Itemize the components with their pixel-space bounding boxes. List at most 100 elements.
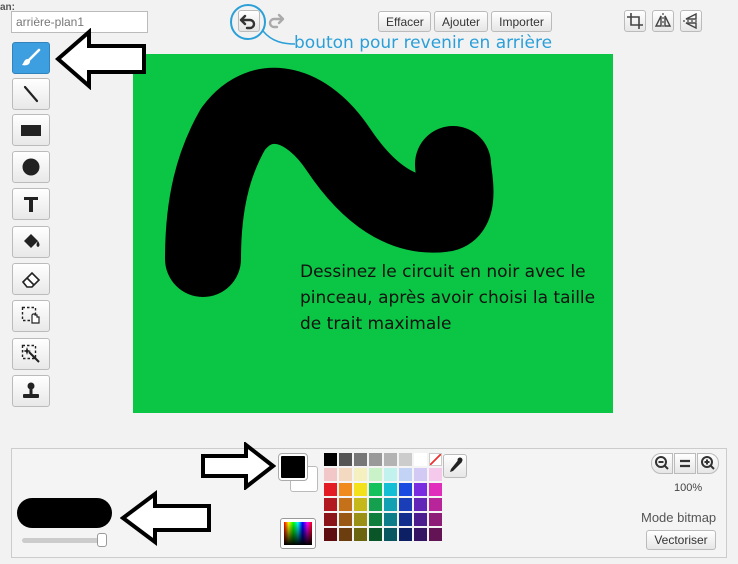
color-swatch[interactable]	[414, 528, 427, 541]
color-swatch[interactable]	[399, 528, 412, 541]
flip-horizontal-icon	[654, 13, 672, 29]
color-swatch[interactable]	[324, 528, 337, 541]
black-circuit-stroke	[165, 67, 494, 297]
arrow-pointing-brush-size	[120, 490, 211, 546]
flip-vertical-button[interactable]	[680, 10, 702, 32]
color-swatch[interactable]	[414, 498, 427, 511]
no-color-swatch[interactable]	[429, 453, 442, 466]
fill-bucket-icon	[24, 234, 40, 248]
ellipse-tool[interactable]	[12, 151, 50, 183]
text-icon	[24, 197, 38, 212]
clear-button[interactable]: Effacer	[378, 11, 431, 32]
color-swatch[interactable]	[354, 453, 367, 466]
color-swatch[interactable]	[429, 498, 442, 511]
zoom-reset-button[interactable]	[674, 453, 696, 474]
undo-button[interactable]	[238, 10, 260, 32]
eraser-tool[interactable]	[12, 263, 50, 295]
brush-size-slider-handle[interactable]	[97, 533, 107, 547]
foreground-color-swatch[interactable]	[278, 453, 308, 481]
color-picker-gradient-button[interactable]	[280, 518, 316, 549]
color-swatch[interactable]	[384, 483, 397, 496]
select-icon	[21, 306, 40, 324]
undo-annotation-line	[262, 30, 296, 45]
color-swatch[interactable]	[429, 483, 442, 496]
eyedropper-button[interactable]	[443, 454, 467, 478]
color-swatch[interactable]	[369, 453, 382, 466]
color-swatch[interactable]	[339, 483, 352, 496]
crop-button[interactable]	[624, 10, 646, 32]
rectangle-tool[interactable]	[12, 114, 50, 146]
arrow-pointing-color	[201, 442, 276, 490]
color-swatch[interactable]	[399, 513, 412, 526]
color-palette	[324, 453, 442, 541]
color-swatch[interactable]	[369, 483, 382, 496]
eyedropper-icon	[450, 457, 463, 472]
color-swatch[interactable]	[369, 468, 382, 481]
drawing-canvas[interactable]: Dessinez le circuit en noir avec le pinc…	[133, 54, 613, 413]
line-icon	[23, 85, 39, 103]
zoom-in-icon	[701, 456, 715, 470]
color-swatch[interactable]	[339, 453, 352, 466]
color-swatch[interactable]	[369, 513, 382, 526]
magic-select-tool[interactable]	[12, 338, 50, 370]
zoom-out-button[interactable]	[651, 453, 673, 474]
undo-annotation-text: bouton pour revenir en arrière	[294, 33, 553, 53]
flip-vertical-icon	[683, 12, 699, 30]
brush-size-slider-track[interactable]	[22, 538, 104, 543]
add-button[interactable]: Ajouter	[434, 11, 488, 32]
color-swatch[interactable]	[384, 453, 397, 466]
color-swatch[interactable]	[414, 453, 427, 466]
color-swatch[interactable]	[324, 498, 337, 511]
redo-icon	[268, 13, 285, 29]
arrow-pointing-brush-tool	[55, 28, 146, 90]
fill-tool[interactable]	[12, 226, 50, 258]
color-swatch[interactable]	[354, 468, 367, 481]
color-swatch[interactable]	[384, 498, 397, 511]
stamp-tool[interactable]	[12, 375, 50, 407]
color-gradient	[284, 522, 312, 545]
color-swatch[interactable]	[429, 528, 442, 541]
color-swatch[interactable]	[339, 528, 352, 541]
color-swatch[interactable]	[399, 453, 412, 466]
crop-icon	[627, 13, 643, 29]
color-swatch[interactable]	[399, 468, 412, 481]
zoom-in-button[interactable]	[697, 453, 719, 474]
zoom-level: 100%	[674, 482, 703, 494]
color-swatch[interactable]	[324, 483, 337, 496]
stamp-icon	[23, 382, 39, 398]
color-swatch[interactable]	[414, 483, 427, 496]
color-swatch[interactable]	[324, 453, 337, 466]
rectangle-icon	[21, 125, 41, 136]
vectorize-button[interactable]: Vectoriser	[646, 530, 716, 550]
brush-tool[interactable]	[12, 42, 50, 74]
text-tool[interactable]	[12, 188, 50, 220]
color-swatch[interactable]	[414, 513, 427, 526]
color-swatch[interactable]	[399, 498, 412, 511]
color-swatch[interactable]	[354, 498, 367, 511]
import-button[interactable]: Importer	[491, 11, 552, 32]
color-swatch[interactable]	[384, 528, 397, 541]
color-swatch[interactable]	[414, 468, 427, 481]
color-swatch[interactable]	[384, 513, 397, 526]
color-swatch[interactable]	[399, 483, 412, 496]
line-tool[interactable]	[12, 78, 50, 110]
flip-horizontal-button[interactable]	[652, 10, 674, 32]
redo-button[interactable]	[265, 10, 287, 32]
color-swatch[interactable]	[369, 528, 382, 541]
select-tool[interactable]	[12, 300, 50, 332]
color-swatch[interactable]	[354, 483, 367, 496]
color-swatch[interactable]	[339, 468, 352, 481]
color-swatch[interactable]	[354, 513, 367, 526]
color-swatch[interactable]	[339, 513, 352, 526]
instruction-text: Dessinez le circuit en noir avec le pinc…	[300, 262, 596, 334]
color-swatch[interactable]	[339, 498, 352, 511]
color-swatch[interactable]	[429, 513, 442, 526]
color-swatch[interactable]	[324, 468, 337, 481]
color-swatch[interactable]	[384, 468, 397, 481]
magic-select-icon	[21, 344, 40, 363]
color-swatch[interactable]	[369, 498, 382, 511]
color-swatch[interactable]	[354, 528, 367, 541]
color-swatch[interactable]	[429, 468, 442, 481]
brush-icon	[22, 48, 41, 66]
color-swatch[interactable]	[324, 513, 337, 526]
